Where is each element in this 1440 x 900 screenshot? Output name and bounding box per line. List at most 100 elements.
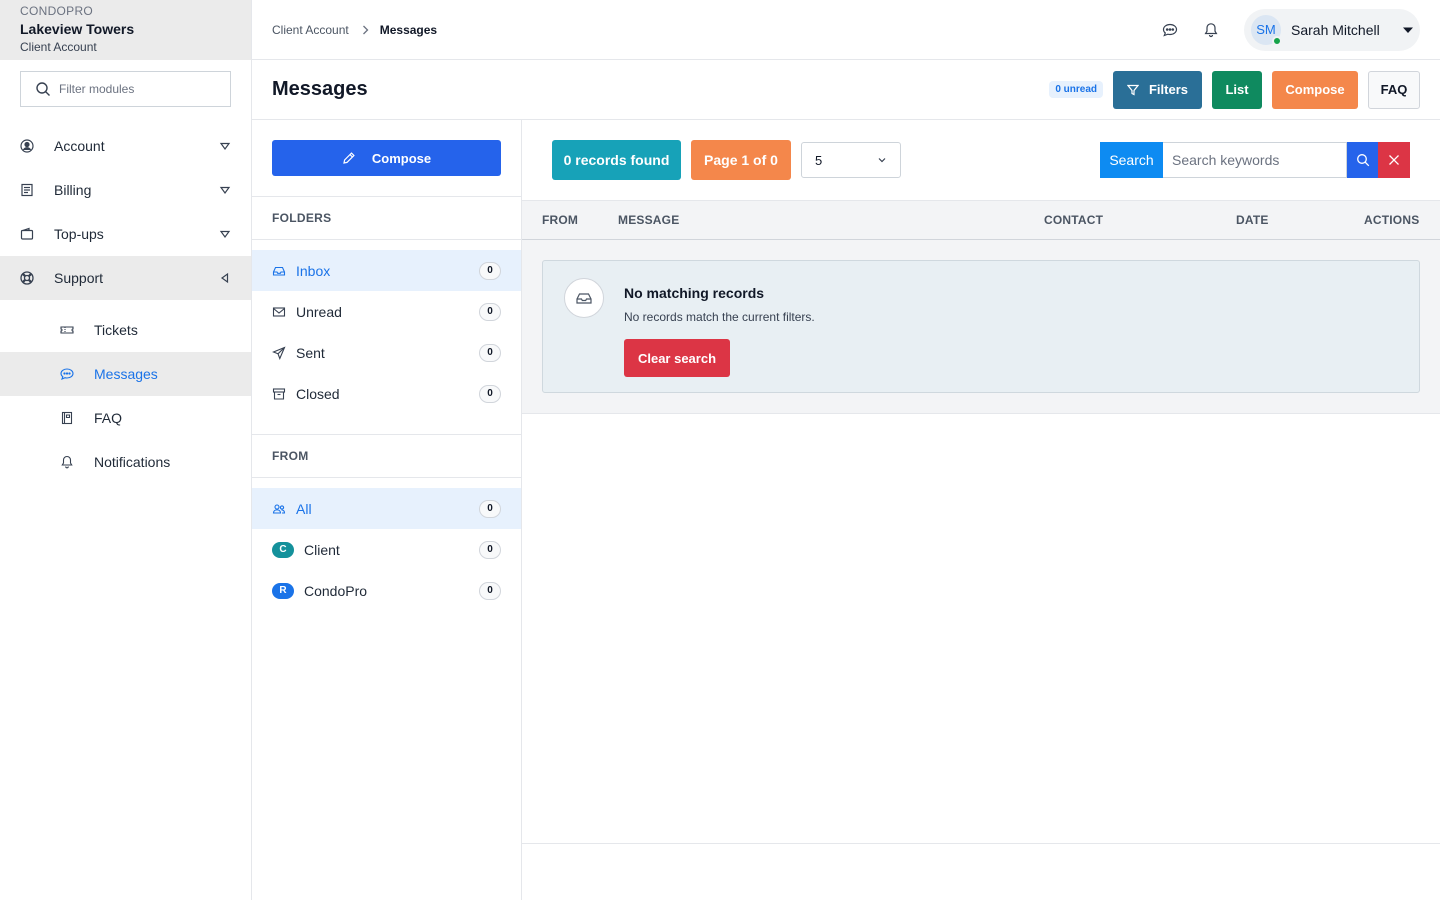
chevron-left-icon (220, 272, 229, 284)
bell-icon[interactable] (1203, 22, 1219, 38)
search-group: Search (1100, 142, 1410, 178)
chat-icon[interactable] (1162, 22, 1178, 38)
clear-search-button[interactable] (1378, 142, 1410, 178)
sidebar-nav: Account Billing Top-ups Support Tickets (0, 124, 251, 484)
column-date[interactable]: DATE (1236, 213, 1269, 227)
chevron-right-icon (362, 25, 369, 34)
filter-icon (1126, 84, 1139, 95)
list-button[interactable]: List (1212, 70, 1262, 109)
sidebar-item-label: Support (54, 270, 104, 286)
clear-search-cta[interactable]: Clear search (624, 339, 730, 377)
sidebar-item-billing[interactable]: Billing (0, 168, 251, 212)
results-toolbar: 0 records found Page 1 of 0 5 Search (522, 120, 1440, 200)
sidebar-item-faq[interactable]: FAQ (0, 396, 251, 440)
sidebar-item-account[interactable]: Account (0, 124, 251, 168)
module-filter-input[interactable] (59, 82, 209, 96)
empty-subtitle: No records match the current filters. (624, 310, 815, 324)
sidebar-item-tickets[interactable]: Tickets (0, 308, 251, 352)
per-page-select[interactable]: 5 (801, 142, 901, 178)
online-status-dot (1272, 35, 1282, 46)
pencil-icon (343, 152, 355, 164)
filters-button[interactable]: Filters (1113, 70, 1202, 109)
from-all[interactable]: All 0 (252, 488, 521, 529)
folder-count: 0 (479, 384, 501, 403)
sidebar-item-label: Messages (94, 366, 158, 382)
lifebuoy-icon (20, 271, 34, 285)
sidebar-item-messages[interactable]: Messages (0, 352, 251, 396)
users-icon (272, 503, 286, 514)
folder-list: Inbox 0 Unread 0 Sent 0 Closed 0 (252, 250, 521, 414)
column-actions: ACTIONS (1364, 213, 1420, 227)
avatar-initials: SM (1256, 22, 1276, 37)
wallet-icon (20, 227, 34, 240)
search-input[interactable] (1163, 142, 1347, 178)
inbox-icon (272, 266, 286, 276)
archive-icon (272, 387, 286, 400)
breadcrumb-current: Messages (379, 22, 438, 37)
folder-inbox[interactable]: Inbox 0 (252, 250, 521, 291)
compose-button[interactable]: Compose (272, 140, 501, 176)
column-contact[interactable]: CONTACT (1044, 213, 1103, 227)
folder-label: Unread (296, 303, 342, 320)
sidebar-item-label: FAQ (94, 410, 123, 426)
chevron-down-icon (878, 158, 886, 163)
search-button[interactable] (1347, 142, 1378, 178)
sidebar-item-label: Account (54, 138, 105, 154)
records-found-badge: 0 records found (552, 140, 681, 180)
from-client[interactable]: C Client 0 (252, 529, 521, 570)
from-count: 0 (479, 540, 501, 559)
compose-button-label: Compose (371, 150, 432, 166)
unread-badge: 0 unread (1049, 81, 1103, 98)
empty-title: No matching records (624, 285, 765, 301)
sidebar: CONDOPRO Lakeview Towers Client Account … (0, 0, 252, 900)
caret-down-icon (1403, 27, 1413, 33)
chat-icon (60, 368, 74, 381)
compose-top-button[interactable]: Compose (1272, 70, 1358, 109)
chevron-down-icon (219, 230, 231, 239)
search-label: Search (1100, 142, 1163, 178)
condopro-badge: R (272, 582, 294, 599)
from-condopro[interactable]: R CondoPro 0 (252, 570, 521, 611)
sidebar-item-notifications[interactable]: Notifications (0, 440, 251, 484)
folder-count: 0 (479, 261, 501, 280)
from-heading: FROM (252, 434, 521, 478)
user-menu[interactable]: SM Sarah Mitchell (1244, 8, 1420, 51)
sidebar-item-label: Top-ups (54, 226, 104, 242)
from-count: 0 (479, 581, 501, 600)
sidebar-item-support[interactable]: Support (0, 256, 251, 300)
folders-heading: FOLDERS (252, 196, 521, 240)
page-header: Messages 0 unread Filters List Compose F… (252, 60, 1440, 120)
table-header: FROM MESSAGE CONTACT DATE ACTIONS (522, 200, 1440, 240)
footer-divider (522, 843, 1440, 844)
sidebar-item-top-ups[interactable]: Top-ups (0, 212, 251, 256)
page-title: Messages (272, 78, 368, 100)
faq-button[interactable]: FAQ (1368, 70, 1420, 109)
user-name: Sarah Mitchell (1291, 21, 1380, 38)
close-icon (1389, 155, 1399, 165)
module-filter[interactable] (20, 71, 231, 107)
filters-button-label: Filters (1148, 82, 1188, 97)
from-list: All 0 C Client 0 R CondoPro 0 (252, 488, 521, 611)
top-actions: SM Sarah Mitchell (1162, 8, 1420, 51)
empty-state-wrapper: No matching records No records match the… (522, 240, 1440, 414)
send-icon (272, 345, 286, 360)
folder-closed[interactable]: Closed 0 (252, 373, 521, 414)
search-icon (36, 82, 50, 96)
top-bar: Client Account Messages SM Sarah Mitchel… (252, 0, 1440, 60)
empty-state: No matching records No records match the… (542, 260, 1420, 393)
search-icon (1356, 154, 1369, 167)
folder-label: Inbox (296, 262, 331, 279)
folders-panel: Compose FOLDERS Inbox 0 Unread 0 Sent 0 … (252, 120, 522, 900)
sidebar-item-label: Notifications (94, 454, 171, 470)
org-name: Lakeview Towers (20, 21, 135, 37)
breadcrumb-client-account[interactable]: Client Account (272, 23, 349, 37)
breadcrumb: Client Account Messages (272, 23, 437, 37)
column-message[interactable]: MESSAGE (618, 213, 679, 227)
org-header: CONDOPRO Lakeview Towers Client Account (0, 0, 251, 60)
support-subnav: Tickets Messages FAQ Notifications (0, 308, 251, 484)
brand-label: CONDOPRO (20, 4, 94, 18)
column-from[interactable]: FROM (542, 213, 578, 227)
folder-sent[interactable]: Sent 0 (252, 332, 521, 373)
folder-unread[interactable]: Unread 0 (252, 291, 521, 332)
bell-icon (61, 455, 73, 469)
